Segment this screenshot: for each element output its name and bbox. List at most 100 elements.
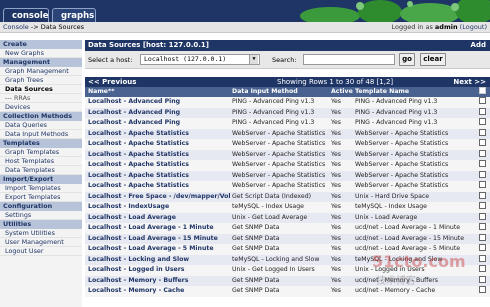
active-status: Yes [331,98,341,105]
search-label: Search: [272,56,297,64]
data-source-name-link[interactable]: Localhost - Memory - Cache [88,286,184,297]
sidebar-item-data-templates[interactable]: Data Templates [0,166,82,175]
sidebar-item-host-templates[interactable]: Host Templates [0,157,82,166]
table-row: Localhost - Apache Statistics WebServer -… [85,128,490,140]
data-source-name-link[interactable]: Localhost - Advanced Ping [88,97,180,108]
data-source-name-link[interactable]: Localhost - Apache Statistics [88,150,189,161]
column-name[interactable]: Name** [88,87,114,97]
column-active[interactable]: Active [331,87,353,97]
column-template[interactable]: Template Name [355,87,409,97]
breadcrumb-console[interactable]: Console [3,23,29,31]
data-source-name-link[interactable]: Localhost - Free Space - /dev/mapper/Vol [88,192,231,203]
row-checkbox[interactable] [479,139,486,146]
table-row: Localhost - Memory - Cache Get SNMP Data Y… [85,286,490,297]
data-input-method: Get SNMP Data [232,276,280,284]
row-checkbox[interactable] [479,265,486,272]
column-method[interactable]: Data Input Method [232,87,298,97]
row-checkbox[interactable] [479,107,486,115]
data-source-name-link[interactable]: Localhost - Advanced Ping [88,108,180,119]
row-checkbox[interactable] [479,212,486,220]
data-input-method: teMySQL - Index Usage [232,203,304,210]
add-link[interactable]: Add [471,40,486,51]
data-source-name-link[interactable]: Localhost - Locking and Slow [88,255,189,266]
sidebar-item-graph-management[interactable]: Graph Management [0,67,82,76]
tab-graphs[interactable]: graphs [52,8,96,22]
data-source-name-link[interactable]: Localhost - Apache Statistics [88,181,189,192]
row-checkbox[interactable] [479,149,486,157]
next-link[interactable]: Next >> [453,77,486,87]
previous-link[interactable]: << Previous [88,77,136,87]
host-select[interactable]: Localhost (127.0.0.1) ▼ [140,54,260,65]
breadcrumb-current: Data Sources [40,23,85,31]
menu-section-header: Management [0,58,82,67]
sidebar-item-system-utilities[interactable]: System Utilities [0,229,82,238]
data-input-method: WebServer - Apache Statistics [232,182,326,189]
row-checkbox[interactable] [479,202,486,209]
sidebar-item-rras[interactable]: --- RRAs [0,94,82,103]
active-status: Yes [331,182,341,189]
sidebar-item-user-management[interactable]: User Management [0,238,82,247]
row-checkbox[interactable] [479,275,486,283]
search-input[interactable] [303,54,395,65]
data-source-name-link[interactable]: Localhost - Load Average - 1 Minute [88,223,214,234]
row-checkbox[interactable] [479,97,486,104]
select-all-checkbox[interactable] [479,87,486,94]
clear-button[interactable]: clear [420,53,446,66]
data-source-name-link[interactable]: Localhost - Advanced Ping [88,118,180,129]
sidebar-item-export-templates[interactable]: Export Templates [0,193,82,202]
data-source-name-link[interactable]: Localhost - Load Average [88,213,176,224]
sidebar-item-logout-user[interactable]: Logout User [0,247,82,256]
active-status: Yes [331,255,341,263]
panel-title: Data Sources [88,41,141,49]
active-status: Yes [331,108,341,116]
row-checkbox[interactable] [479,191,486,199]
row-checkbox[interactable] [479,254,486,262]
data-input-method: PING - Advanced Ping v1.3 [232,98,315,105]
sidebar-item-graph-templates[interactable]: Graph Templates [0,148,82,157]
logout-link[interactable]: (Logout) [460,23,487,31]
sidebar-item-new-graphs[interactable]: New Graphs [0,49,82,58]
sidebar-item-devices[interactable]: Devices [0,103,82,112]
row-checkbox[interactable] [479,244,486,251]
template-name: ucd/net - Memory - Cache [355,287,436,294]
menu-section-header: Utilities [0,220,82,229]
row-checkbox[interactable] [479,233,486,241]
data-input-method: PING - Advanced Ping v1.3 [232,119,315,126]
data-input-method: WebServer - Apache Statistics [232,150,326,158]
row-checkbox[interactable] [479,170,486,178]
row-checkbox[interactable] [479,223,486,230]
row-checkbox[interactable] [479,286,486,293]
sidebar-item-data-sources[interactable]: Data Sources [0,85,82,94]
active-status: Yes [331,161,341,168]
data-source-name-link[interactable]: Localhost - Apache Statistics [88,171,189,182]
row-checkbox[interactable] [479,181,486,188]
panel-header: Data Sources [host: 127.0.0.1] Add [85,40,490,51]
sidebar-item-graph-trees[interactable]: Graph Trees [0,76,82,85]
data-source-name-link[interactable]: Localhost - Apache Statistics [88,139,189,150]
host-select-label: Select a host: [88,56,133,64]
menu-section-header: Configuration [0,202,82,211]
data-source-name-link[interactable]: Localhost - IndexUsage [88,202,169,213]
tab-console[interactable]: console [3,8,49,22]
data-source-name-link[interactable]: Localhost - Logged in Users [88,265,184,276]
sidebar-item-data-input-methods[interactable]: Data Input Methods [0,130,82,139]
template-name: WebServer - Apache Statistics [355,129,449,137]
sidebar-item-import-templates[interactable]: Import Templates [0,184,82,193]
login-info: Logged in as admin (Logout) [392,23,487,31]
row-checkbox[interactable] [479,128,486,136]
data-source-name-link[interactable]: Localhost - Memory - Buffers [88,276,188,287]
table-row: Localhost - Load Average Unix - Get Load … [85,212,490,224]
data-source-name-link[interactable]: Localhost - Load Average - 15 Minute [88,234,218,245]
data-source-name-link[interactable]: Localhost - Apache Statistics [88,129,189,140]
table-row: Localhost - Apache Statistics WebServer -… [85,181,490,192]
data-source-name-link[interactable]: Localhost - Load Average - 5 Minute [88,244,214,255]
data-source-name-link[interactable]: Localhost - Apache Statistics [88,160,189,171]
sidebar-item-data-queries[interactable]: Data Queries [0,121,82,130]
row-checkbox[interactable] [479,118,486,125]
data-input-method: PING - Advanced Ping v1.3 [232,108,315,116]
sidebar-item-settings[interactable]: Settings [0,211,82,220]
template-name: WebServer - Apache Statistics [355,161,449,168]
filter-bar: Select a host: Localhost (127.0.0.1) ▼ S… [85,51,490,69]
row-checkbox[interactable] [479,160,486,167]
go-button[interactable]: go [399,53,415,66]
